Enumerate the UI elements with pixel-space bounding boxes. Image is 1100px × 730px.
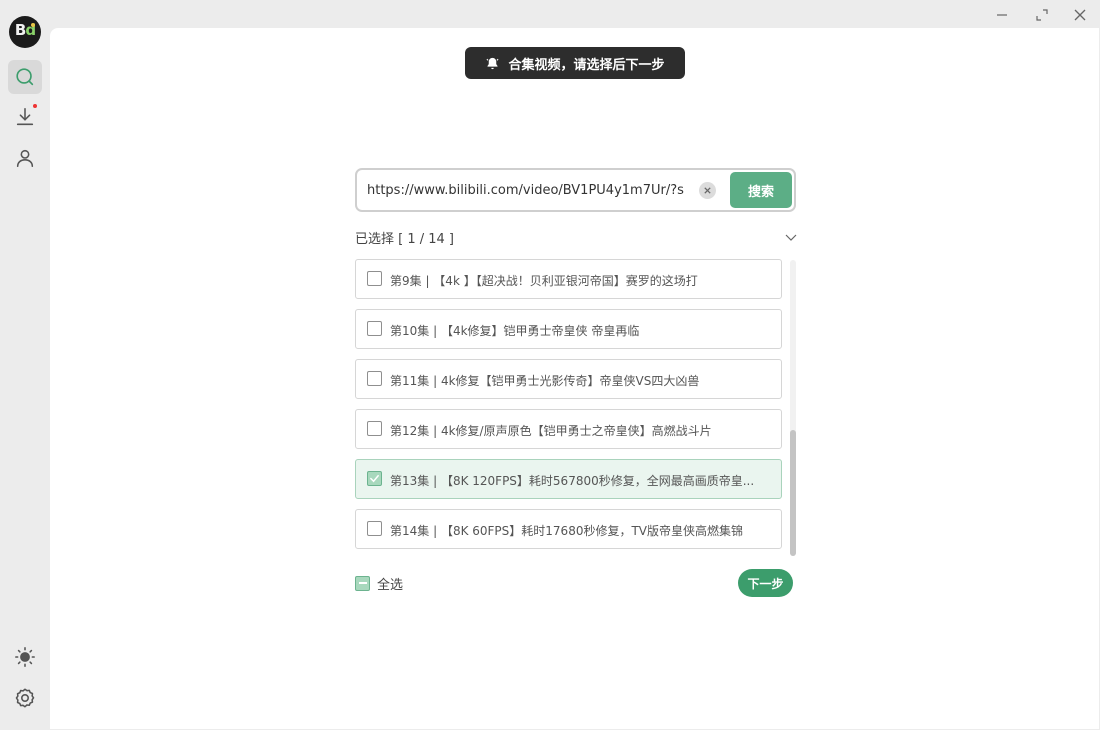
main-panel: 合集视频，请选择后下一步 搜索 已选择 [ 1 / 14 ] 第9集 | 【4k… (50, 28, 1099, 729)
sun-icon (15, 647, 35, 667)
episode-item[interactable]: 第9集 | 【4k 】【超决战！贝利亚银河帝国】赛罗的这场打 (355, 259, 782, 299)
chevron-down-icon[interactable] (784, 230, 798, 244)
episode-item[interactable]: 第10集 | 【4k修复】铠甲勇士帝皇侠 帝皇再临 (355, 309, 782, 349)
restore-icon (1036, 9, 1048, 21)
theme-toggle-button[interactable] (8, 640, 42, 674)
episode-checkbox[interactable] (367, 421, 382, 436)
bell-icon (487, 57, 499, 69)
check-icon (370, 475, 379, 483)
episode-checkbox[interactable] (367, 271, 382, 286)
next-step-button[interactable]: 下一步 (738, 569, 793, 597)
episode-checkbox[interactable] (367, 321, 382, 336)
minimize-icon (997, 14, 1007, 16)
episode-item-selected[interactable]: 第13集 | 【8K 120FPS】耗时567800秒修复，全网最高画质帝皇..… (355, 459, 782, 499)
logo-dot (31, 23, 35, 27)
sidebar-item-search[interactable] (8, 60, 42, 94)
episode-title: 第9集 | 【4k 】【超决战！贝利亚银河帝国】赛罗的这场打 (390, 274, 698, 288)
select-all-checkbox[interactable] (355, 575, 370, 591)
scrollbar-thumb[interactable] (790, 430, 796, 556)
episode-title: 第14集 | 【8K 60FPS】耗时17680秒修复，TV版帝皇侠高燃集锦 (390, 524, 743, 538)
search-icon (16, 68, 34, 86)
close-button[interactable] (1071, 6, 1089, 24)
episode-title: 第12集 | 4k修复/原声原色【铠甲勇士之帝皇侠】高燃战斗片 (390, 424, 712, 438)
gear-icon (15, 688, 35, 708)
user-icon (16, 149, 34, 168)
notification-dot (33, 104, 37, 108)
sidebar-item-user[interactable] (8, 141, 42, 175)
toast-notification: 合集视频，请选择后下一步 (465, 47, 685, 79)
close-icon (1074, 9, 1086, 21)
episode-item[interactable]: 第11集 | 4k修复【铠甲勇士光影传奇】帝皇侠VS四大凶兽 (355, 359, 782, 399)
selection-summary-row[interactable]: 已选择 [ 1 / 14 ] (355, 228, 798, 247)
url-input[interactable] (367, 179, 691, 201)
episode-list: 第9集 | 【4k 】【超决战！贝利亚银河帝国】赛罗的这场打 第10集 | 【4… (355, 259, 782, 559)
episode-checkbox[interactable] (367, 371, 382, 386)
restore-button[interactable] (1033, 6, 1051, 24)
episode-title: 第10集 | 【4k修复】铠甲勇士帝皇侠 帝皇再临 (390, 324, 640, 338)
select-all-label: 全选 (377, 577, 404, 593)
selection-summary: 已选择 [ 1 / 14 ] (355, 232, 454, 247)
app-logo: Bd (9, 16, 41, 48)
episode-title: 第13集 | 【8K 120FPS】耗时567800秒修复，全网最高画质帝皇..… (390, 474, 755, 488)
settings-button[interactable] (8, 681, 42, 715)
episode-item[interactable]: 第14集 | 【8K 60FPS】耗时17680秒修复，TV版帝皇侠高燃集锦 (355, 509, 782, 549)
sidebar-item-download[interactable] (8, 100, 42, 134)
episode-checkbox[interactable] (367, 521, 382, 536)
episode-title: 第11集 | 4k修复【铠甲勇士光影传奇】帝皇侠VS四大凶兽 (390, 374, 700, 388)
clear-icon (704, 187, 711, 194)
clear-input-button[interactable] (699, 182, 716, 199)
toast-text: 合集视频，请选择后下一步 (508, 57, 665, 73)
sidebar: Bd (0, 0, 50, 730)
download-icon (16, 107, 34, 126)
search-button[interactable]: 搜索 (730, 172, 792, 208)
app-logo-text: Bd (14, 21, 36, 39)
episode-checkbox-checked[interactable] (367, 471, 382, 486)
select-all-control[interactable]: 全选 (355, 575, 404, 593)
minimize-button[interactable] (993, 6, 1011, 24)
search-box: 搜索 (355, 168, 796, 212)
episode-item[interactable]: 第12集 | 4k修复/原声原色【铠甲勇士之帝皇侠】高燃战斗片 (355, 409, 782, 449)
